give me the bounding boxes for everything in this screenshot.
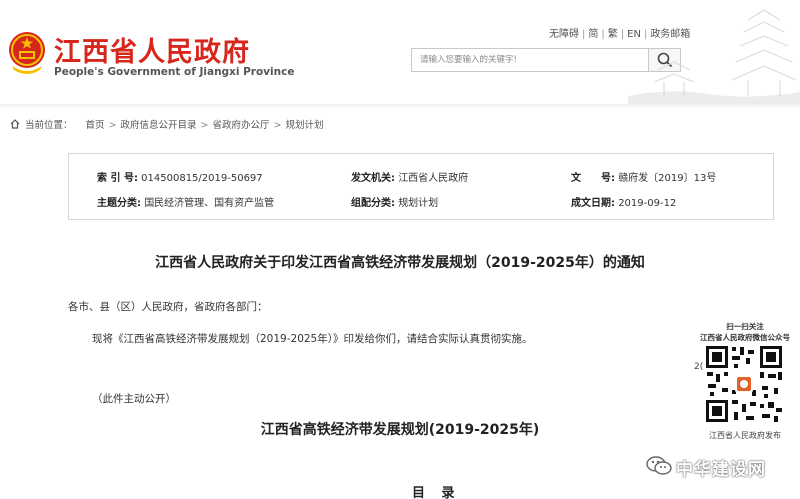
qr-follow-text: 扫一扫关注 xyxy=(726,322,764,331)
pavilion-skyline-image xyxy=(628,9,800,108)
breadcrumb-home[interactable]: 首页 xyxy=(86,120,105,131)
breadcrumb-office[interactable]: 省政府办公厅 xyxy=(213,120,270,131)
meta-date: 成文日期: 2019-09-12 xyxy=(571,194,676,209)
meta-issuer-value: 江西省人民政府 xyxy=(398,173,469,184)
meta-date-value: 2019-09-12 xyxy=(618,198,677,209)
meta-docno: 文 号: 赣府发〔2019〕13号 xyxy=(571,169,716,184)
breadcrumb-separator: > xyxy=(200,120,209,131)
breadcrumb: 当前位置： 首页 > 政府信息公开目录 > 省政府办公厅 > 规划计划 xyxy=(10,117,324,131)
document-metadata-table: 索 引 号: 014500815/2019-50697 发文机关: 江西省人民政… xyxy=(68,153,774,220)
search-input[interactable] xyxy=(412,49,648,71)
document-salutation: 各市、县（区）人民政府，省政府各部门： xyxy=(68,301,268,313)
header-divider xyxy=(0,104,800,108)
meta-topic-value: 国民经济管理、国有资产监管 xyxy=(144,198,275,209)
qr-code-icon[interactable] xyxy=(704,344,784,424)
site-subtitle: People's Government of Jiangxi Province xyxy=(54,66,295,78)
watermark-text: 中华建设网 xyxy=(676,460,766,480)
plan-title: 江西省高铁经济带发展规划(2019-2025年) xyxy=(260,422,540,438)
meta-issuer-label: 发文机关: xyxy=(351,173,395,184)
meta-category-value: 规划计划 xyxy=(398,198,439,209)
document-note: （此件主动公开） xyxy=(92,393,176,405)
qr-account-text: 江西省人民政府微信公众号 xyxy=(700,333,790,342)
document-title: 江西省人民政府关于印发江西省高铁经济带发展规划（2019-2025年）的通知 xyxy=(155,255,645,271)
meta-docno-value: 赣府发〔2019〕13号 xyxy=(618,173,717,184)
breadcrumb-separator: > xyxy=(273,120,282,131)
meta-index-label: 索 引 号: xyxy=(97,173,138,184)
document-paragraph: 现将《江西省高铁经济带发展规划（2019-2025年）》印发给你们，请结合实际认… xyxy=(92,333,533,345)
meta-issuer: 发文机关: 江西省人民政府 xyxy=(351,169,468,184)
divider: | xyxy=(620,29,625,40)
meta-topic: 主题分类: 国民经济管理、国有资产监管 xyxy=(97,194,274,209)
divider: | xyxy=(601,29,605,40)
meta-topic-label: 主题分类: xyxy=(97,198,141,209)
national-emblem-icon xyxy=(9,32,45,74)
qr-caption: 江西省人民政府发布 xyxy=(709,431,781,440)
meta-category: 组配分类: 规划计划 xyxy=(351,194,438,209)
divider: | xyxy=(582,29,586,40)
partial-date-text: 2( xyxy=(694,362,704,372)
home-icon xyxy=(10,119,20,129)
breadcrumb-label: 当前位置： xyxy=(25,120,73,131)
meta-docno-label: 文 号: xyxy=(571,173,615,184)
link-simplified[interactable]: 简 xyxy=(588,29,598,40)
toc-heading: 目 录 xyxy=(412,486,461,499)
meta-date-label: 成文日期: xyxy=(571,198,615,209)
breadcrumb-current[interactable]: 规划计划 xyxy=(286,120,324,131)
site-title[interactable]: 江西省人民政府 xyxy=(54,30,250,69)
link-accessibility[interactable]: 无障碍 xyxy=(549,29,579,40)
breadcrumb-catalog[interactable]: 政府信息公开目录 xyxy=(121,120,197,131)
wechat-icon xyxy=(646,456,672,475)
breadcrumb-separator: > xyxy=(108,120,117,131)
site-header: 江西省人民政府 People's Government of Jiangxi P… xyxy=(0,0,800,108)
meta-category-label: 组配分类: xyxy=(351,198,395,209)
link-traditional[interactable]: 繁 xyxy=(608,29,618,40)
meta-index: 索 引 号: 014500815/2019-50697 xyxy=(97,169,263,184)
wechat-qr-panel: 扫一扫关注 江西省人民政府微信公众号 2( 江西省人民政府发布 xyxy=(690,318,800,444)
meta-index-value: 014500815/2019-50697 xyxy=(141,173,263,184)
